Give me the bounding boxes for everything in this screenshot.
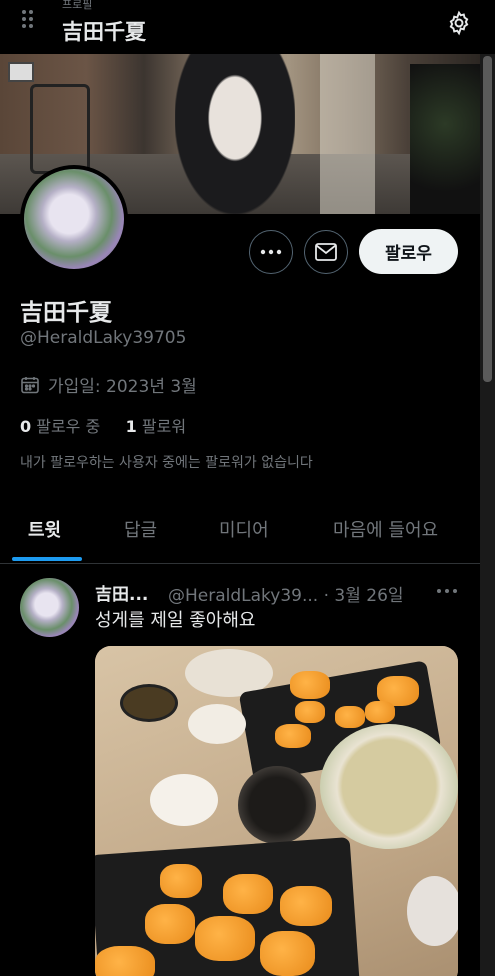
media-uni bbox=[260, 931, 315, 976]
media-uni bbox=[195, 916, 255, 961]
banner-person bbox=[175, 54, 295, 214]
mail-icon bbox=[315, 243, 337, 261]
joined-date: 가입일: 2023년 3월 bbox=[20, 372, 197, 397]
profile-avatar[interactable] bbox=[20, 165, 128, 273]
header-subtitle: 프로필 bbox=[62, 0, 93, 11]
media-uni bbox=[295, 701, 325, 723]
media-uni bbox=[145, 904, 195, 944]
media-uni bbox=[275, 724, 311, 748]
follow-stats: 0 팔로우 중 1 팔로워 bbox=[20, 413, 186, 437]
banner-rack bbox=[30, 84, 90, 174]
header-title: 吉田千夏 bbox=[62, 20, 146, 44]
following-link[interactable]: 0 팔로우 중 bbox=[20, 417, 105, 436]
media-smiley-bowl bbox=[150, 774, 218, 826]
tab-tweets[interactable]: 트윗 bbox=[28, 516, 61, 542]
no-mutual-followers: 내가 팔로우하는 사용자 중에는 팔로워가 없습니다 bbox=[20, 455, 313, 471]
tweet-meta[interactable]: @HeraldLaky39... · 3월 26일 bbox=[168, 581, 404, 606]
joined-text: 가입일: 2023년 3월 bbox=[48, 377, 197, 397]
tweet-text: 성게를 제일 좋아해요 bbox=[95, 610, 256, 631]
scroll-thumb[interactable] bbox=[483, 56, 492, 382]
profile-tabs: 트윗 답글 미디어 마음에 들어요 bbox=[0, 500, 480, 564]
media-bowl bbox=[188, 704, 246, 744]
more-icon bbox=[260, 249, 282, 255]
calendar-icon bbox=[21, 376, 39, 393]
banner-window bbox=[320, 54, 375, 214]
drag-handle-icon[interactable] bbox=[22, 10, 36, 30]
followers-label: 팔로워 bbox=[141, 417, 187, 436]
banner-frame bbox=[8, 62, 34, 82]
scrollbar[interactable] bbox=[480, 54, 495, 976]
followers-link[interactable]: 1 팔로워 bbox=[126, 417, 186, 436]
media-uni bbox=[160, 864, 202, 898]
following-label: 팔로우 중 bbox=[36, 417, 101, 436]
media-dish bbox=[407, 876, 458, 946]
tweet-image[interactable] bbox=[95, 646, 458, 976]
media-uni bbox=[365, 701, 395, 723]
tweet-author-name[interactable]: 吉田... bbox=[95, 580, 148, 605]
tab-replies[interactable]: 답글 bbox=[124, 516, 157, 542]
tweet-more-icon[interactable] bbox=[436, 586, 458, 596]
media-large-bowl bbox=[320, 724, 458, 849]
followers-count: 1 bbox=[125, 417, 137, 436]
media-uni bbox=[290, 671, 330, 699]
media-uni bbox=[335, 706, 365, 728]
profile-handle: @HeraldLaky39705 bbox=[20, 328, 187, 348]
more-button[interactable] bbox=[249, 230, 293, 274]
media-uni bbox=[280, 886, 332, 926]
profile-display-name: 吉田千夏 bbox=[20, 300, 112, 326]
media-uni bbox=[95, 946, 155, 976]
tab-media[interactable]: 미디어 bbox=[219, 516, 269, 542]
media-cup bbox=[238, 766, 316, 844]
following-count: 0 bbox=[20, 417, 32, 436]
message-button[interactable] bbox=[304, 230, 348, 274]
media-cup bbox=[120, 684, 178, 722]
media-uni bbox=[223, 874, 273, 914]
tab-likes[interactable]: 마음에 들어요 bbox=[333, 516, 438, 542]
active-tab-indicator bbox=[12, 557, 82, 561]
top-header: 프로필 吉田千夏 bbox=[0, 0, 480, 54]
tweet-avatar[interactable] bbox=[20, 578, 79, 637]
follow-button[interactable]: 팔로우 bbox=[359, 229, 458, 274]
banner-plant bbox=[410, 64, 480, 214]
gear-icon[interactable] bbox=[446, 10, 472, 36]
